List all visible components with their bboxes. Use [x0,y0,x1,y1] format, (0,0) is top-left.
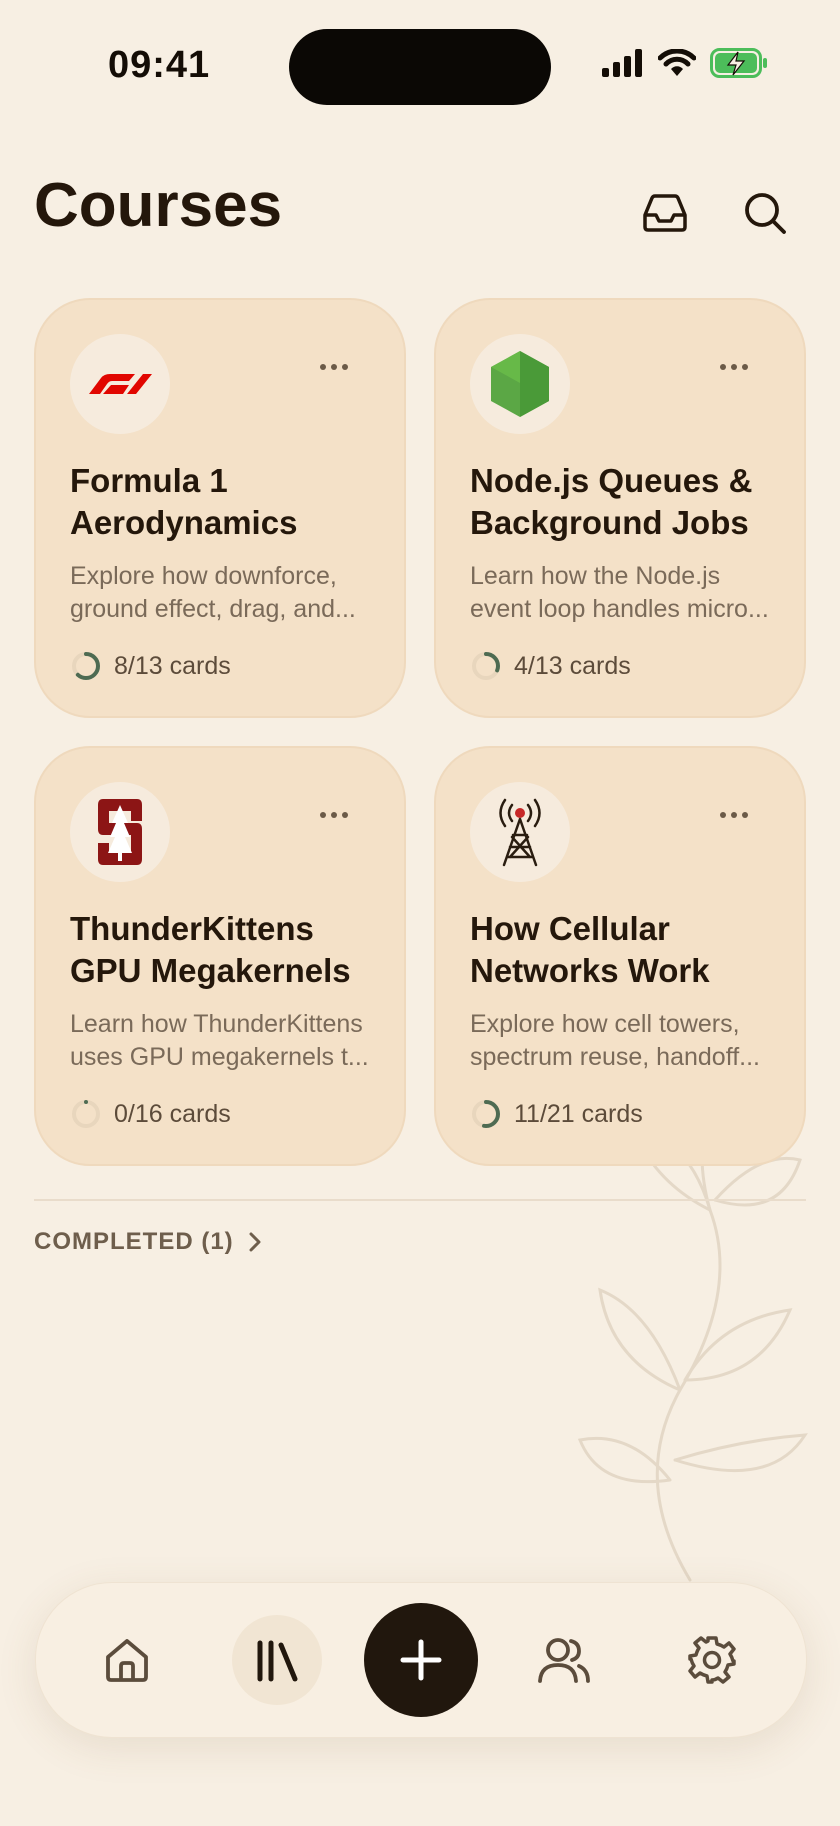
tab-home[interactable] [87,1620,167,1700]
status-time: 09:41 [108,44,211,86]
cell-tower-icon [470,782,570,882]
stanford-logo [70,782,170,882]
card-menu-button[interactable] [714,800,754,830]
course-description: Learn how the Node.js event loop handles… [470,562,769,623]
course-progress: 11/21 cards [470,1098,643,1130]
course-title: Formula 1 Aerodynamics [70,462,298,541]
course-description: Learn how ThunderKittens uses GPU megake… [70,1010,369,1071]
course-card[interactable]: Formula 1 Aerodynamics Explore how downf… [34,298,406,718]
header: Courses [0,150,840,290]
inbox-button[interactable] [640,188,690,238]
gear-icon [688,1636,736,1684]
progress-ring-icon [72,652,100,680]
progress-ring-icon [72,1100,100,1128]
progress-ring-track [72,1100,100,1128]
tab-library[interactable] [232,1615,322,1705]
status-bar: 09:41 [0,0,840,130]
course-title: How Cellular Networks Work [470,910,710,989]
f1-logo [70,334,170,434]
chevron-right-icon [249,1232,261,1252]
add-course-button[interactable] [364,1603,478,1717]
tab-bar [35,1582,807,1738]
course-description: Explore how cell towers, spectrum reuse,… [470,1010,760,1071]
wifi-icon [658,49,696,76]
card-menu-button[interactable] [314,352,354,382]
course-card[interactable]: Node.js Queues & Background Jobs Learn h… [434,298,806,718]
course-progress: 0/16 cards [70,1098,231,1130]
course-title: Node.js Queues & Background Jobs [470,462,753,541]
course-description: Explore how downforce, ground effect, dr… [70,562,356,623]
dynamic-island [289,29,551,105]
plus-icon [400,1639,442,1681]
people-icon [538,1638,590,1683]
course-progress: 4/13 cards [470,650,631,682]
tab-people[interactable] [524,1620,604,1700]
nodejs-logo [470,334,570,434]
signal-icon [602,49,642,77]
completed-label: COMPLETED (1) [34,1228,234,1255]
library-icon [257,1640,298,1682]
search-button[interactable] [740,188,790,238]
home-icon [106,1639,148,1682]
course-card[interactable]: ThunderKittens GPU Megakernels Learn how… [34,746,406,1166]
status-icons [602,48,768,78]
completed-section-toggle[interactable]: COMPLETED (1) [34,1228,262,1256]
section-divider [34,1199,806,1201]
card-menu-button[interactable] [314,800,354,830]
course-card[interactable]: How Cellular Networks Work Explore how c… [434,746,806,1166]
battery-charging-icon [710,48,767,78]
course-progress: 8/13 cards [70,650,231,682]
page-title: Courses [34,171,283,240]
progress-ring-icon [472,1100,500,1128]
search-icon [745,193,786,234]
course-title: ThunderKittens GPU Megakernels [70,910,351,989]
tab-settings[interactable] [672,1620,752,1700]
progress-ring-icon [472,652,500,680]
card-menu-button[interactable] [714,352,754,382]
inbox-icon [643,194,687,232]
